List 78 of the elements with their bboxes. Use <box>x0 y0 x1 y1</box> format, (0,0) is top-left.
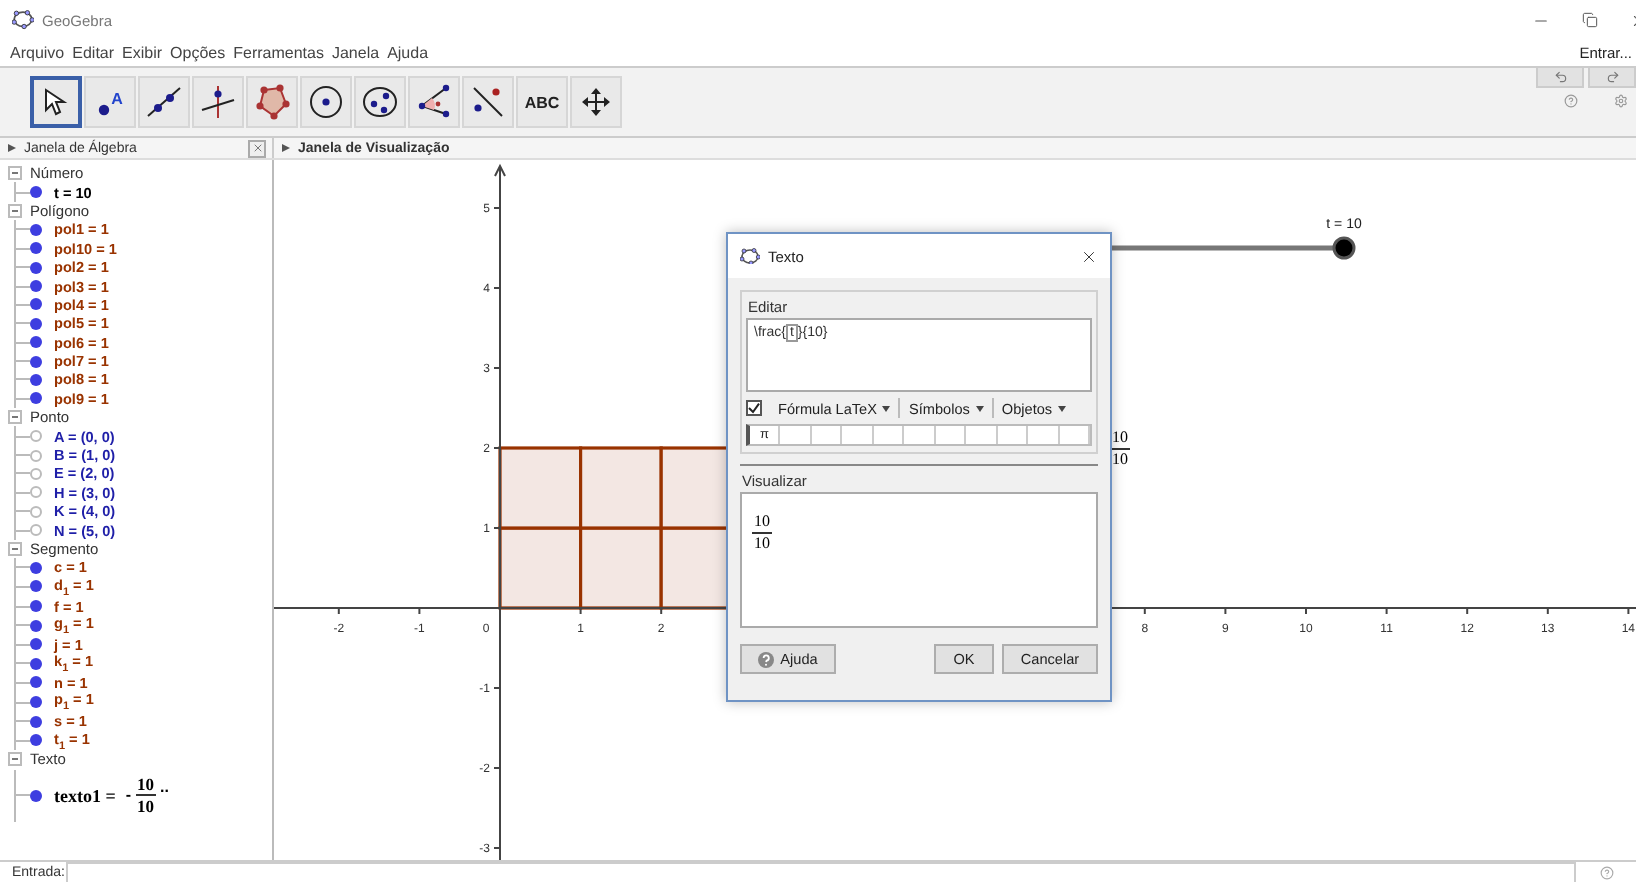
collapse-icon[interactable] <box>8 410 22 425</box>
collapse-icon[interactable] <box>8 203 22 218</box>
visibility-toggle[interactable] <box>30 638 42 651</box>
close-icon <box>251 142 263 154</box>
polygon <box>498 446 583 530</box>
close-button[interactable] <box>1080 247 1098 265</box>
visibility-toggle[interactable] <box>30 505 42 518</box>
angle-icon <box>416 84 452 120</box>
visibility-toggle[interactable] <box>30 186 42 199</box>
visibility-toggle[interactable] <box>30 298 42 311</box>
visibility-toggle[interactable] <box>30 657 42 670</box>
latex-checkbox[interactable] <box>746 400 762 416</box>
restore-icon[interactable] <box>1582 12 1598 28</box>
expand-icon[interactable] <box>8 144 16 152</box>
geogebra-logo-icon <box>740 247 760 265</box>
visibility-toggle[interactable] <box>30 355 42 368</box>
menu-item[interactable]: Opções <box>170 44 226 62</box>
collapse-icon[interactable] <box>8 542 22 556</box>
menu-item[interactable]: Ajuda <box>387 44 429 62</box>
text-tool-icon: ABC <box>524 93 560 111</box>
object-label: texto1 = <box>54 785 116 806</box>
visibility-toggle[interactable] <box>30 242 42 255</box>
tool-button[interactable]: A <box>84 76 136 128</box>
arrow-cursor-icon <box>44 88 68 116</box>
polygon <box>579 446 663 530</box>
visibility-toggle[interactable] <box>30 696 42 709</box>
help-icon <box>758 651 775 667</box>
visibility-toggle[interactable] <box>30 261 42 274</box>
visibility-toggle[interactable] <box>30 336 42 349</box>
ellipse-icon <box>362 84 398 120</box>
redo-icon <box>1605 70 1619 84</box>
menu-item[interactable]: Exibir <box>122 44 163 62</box>
visibility-toggle[interactable] <box>30 789 42 802</box>
circle-icon <box>308 84 344 120</box>
visibility-toggle[interactable] <box>30 619 42 632</box>
collapse-icon[interactable] <box>8 752 22 767</box>
visibility-toggle[interactable] <box>30 734 42 747</box>
visibility-toggle[interactable] <box>30 317 42 330</box>
menu-item[interactable]: Janela <box>331 44 380 62</box>
menu-item[interactable]: Editar <box>72 44 115 62</box>
ellipsis: .. <box>160 778 169 797</box>
fraction: 10 10 <box>135 775 157 816</box>
visibility-toggle[interactable] <box>30 580 42 593</box>
visibility-toggle[interactable] <box>30 280 42 293</box>
visibility-toggle[interactable] <box>30 449 42 462</box>
menu-item[interactable]: Ferramentas <box>233 44 324 62</box>
tool-button[interactable] <box>30 76 82 128</box>
visibility-toggle[interactable] <box>30 373 42 386</box>
move-arrows-icon <box>580 86 612 118</box>
visibility-toggle[interactable] <box>30 676 42 689</box>
line-icon <box>146 86 182 118</box>
visibility-toggle[interactable] <box>30 715 42 728</box>
polygon <box>498 526 583 610</box>
polygon-icon <box>254 84 290 120</box>
visibility-toggle[interactable] <box>30 223 42 236</box>
geogebra-logo-icon <box>12 10 34 30</box>
expand-icon[interactable] <box>282 144 290 152</box>
menu-item[interactable]: Arquivo <box>10 44 65 62</box>
preview-fraction: 10 10 <box>752 514 772 552</box>
close-icon <box>1080 247 1098 265</box>
visibility-toggle[interactable] <box>30 561 42 574</box>
visibility-toggle[interactable] <box>30 524 42 537</box>
visibility-toggle[interactable] <box>30 467 42 480</box>
visibility-toggle[interactable] <box>30 486 42 499</box>
collapse-icon[interactable] <box>8 166 22 181</box>
reflect-point-icon <box>470 84 506 120</box>
tool-button[interactable]: ABC <box>516 76 568 128</box>
visibility-toggle[interactable] <box>30 392 42 405</box>
slider-point[interactable] <box>1332 236 1356 260</box>
undo-icon <box>1553 70 1567 84</box>
polygon <box>579 526 663 610</box>
settings-icon[interactable] <box>1614 94 1628 108</box>
minus-sign: - <box>125 786 132 805</box>
visibility-toggle[interactable] <box>30 430 42 443</box>
perpendicular-lines-icon <box>200 84 236 120</box>
help-icon[interactable] <box>1564 94 1578 108</box>
input-field[interactable] <box>66 862 1576 882</box>
visibility-toggle[interactable] <box>30 600 42 613</box>
